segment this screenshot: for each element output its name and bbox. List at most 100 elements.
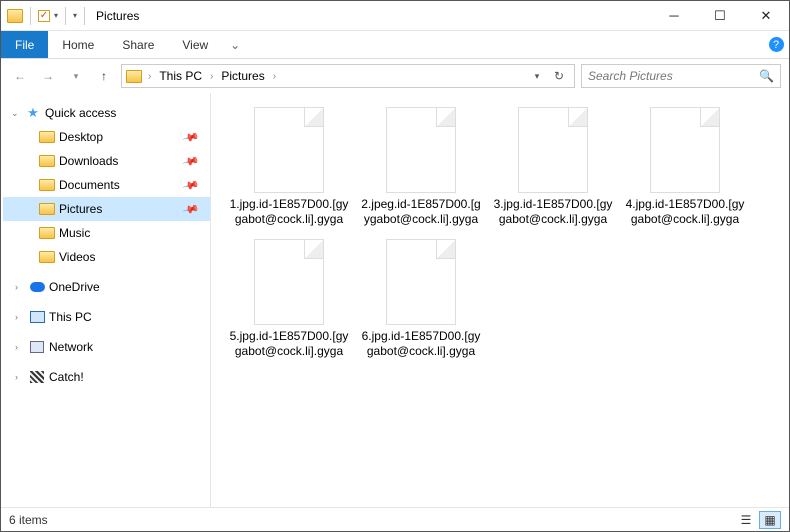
address-folder-icon	[126, 70, 142, 83]
file-icon	[386, 239, 456, 325]
chevron-right-icon[interactable]: ›	[15, 312, 25, 322]
refresh-icon[interactable]: ↻	[548, 65, 570, 87]
breadcrumb-thispc[interactable]: This PC	[155, 69, 206, 83]
file-item[interactable]: 4.jpg.id-1E857D00.[gygabot@cock.li].gyga	[623, 107, 747, 227]
sidebar-item-label: Catch!	[49, 370, 84, 384]
sidebar-item-label: Documents	[59, 178, 120, 192]
file-name: 3.jpg.id-1E857D00.[gygabot@cock.li].gyga	[491, 197, 615, 227]
maximize-button[interactable]: ☐	[697, 1, 743, 31]
sidebar-item-documents[interactable]: Documents 📌	[3, 173, 210, 197]
pin-icon: 📌	[182, 200, 200, 218]
sidebar-item-network[interactable]: › Network	[3, 335, 210, 359]
file-icon	[650, 107, 720, 193]
status-bar: 6 items ☰ ▦	[1, 507, 789, 531]
qat-divider	[30, 7, 31, 25]
details-view-button[interactable]: ☰	[735, 511, 757, 529]
root-icon	[29, 370, 45, 384]
file-name: 2.jpeg.id-1E857D00.[gygabot@cock.li].gyg…	[359, 197, 483, 227]
title-bar: ✓ ▾ ▾ Pictures ─ ☐ ✕	[1, 1, 789, 31]
chevron-right-icon[interactable]: ›	[146, 71, 153, 82]
sidebar-item-label: Desktop	[59, 130, 103, 144]
sidebar-item-label: Videos	[59, 250, 95, 264]
file-item[interactable]: 2.jpeg.id-1E857D00.[gygabot@cock.li].gyg…	[359, 107, 483, 227]
sidebar-item-thispc[interactable]: › This PC	[3, 305, 210, 329]
minimize-button[interactable]: ─	[651, 1, 697, 31]
file-icon	[254, 107, 324, 193]
file-name: 4.jpg.id-1E857D00.[gygabot@cock.li].gyga	[623, 197, 747, 227]
tab-view[interactable]: View	[168, 31, 222, 58]
address-bar[interactable]: › This PC › Pictures › ▾ ↻	[121, 64, 575, 88]
file-icon	[254, 239, 324, 325]
pin-icon: 📌	[182, 176, 200, 194]
file-name: 5.jpg.id-1E857D00.[gygabot@cock.li].gyga	[227, 329, 351, 359]
status-count: 6 items	[9, 513, 48, 527]
properties-qat-icon[interactable]: ✓	[38, 10, 50, 22]
ribbon-expand-icon[interactable]: ⌄	[222, 31, 248, 58]
view-switcher: ☰ ▦	[735, 511, 781, 529]
sidebar-item-catch[interactable]: › Catch!	[3, 365, 210, 389]
folder-icon	[7, 9, 23, 23]
folder-icon	[39, 130, 55, 144]
large-icons-view-button[interactable]: ▦	[759, 511, 781, 529]
qat: ✓ ▾ ▾	[1, 7, 88, 25]
items-view[interactable]: 1.jpg.id-1E857D00.[gygabot@cock.li].gyga…	[211, 93, 789, 507]
file-icon	[386, 107, 456, 193]
sidebar-item-videos[interactable]: Videos	[3, 245, 210, 269]
chevron-right-icon[interactable]: ›	[15, 372, 25, 382]
sidebar-item-desktop[interactable]: Desktop 📌	[3, 125, 210, 149]
breadcrumb-pictures[interactable]: Pictures	[217, 69, 268, 83]
explorer-window: ✓ ▾ ▾ Pictures ─ ☐ ✕ File Home Share Vie…	[0, 0, 790, 532]
sidebar-item-label: Downloads	[59, 154, 118, 168]
file-icon	[518, 107, 588, 193]
sidebar-item-label: This PC	[49, 310, 92, 324]
tab-share[interactable]: Share	[108, 31, 168, 58]
qat-dropdown-icon[interactable]: ▾	[54, 11, 58, 20]
file-item[interactable]: 1.jpg.id-1E857D00.[gygabot@cock.li].gyga	[227, 107, 351, 227]
folder-icon	[39, 202, 55, 216]
catch-icon	[30, 371, 44, 383]
chevron-right-icon[interactable]: ›	[271, 71, 278, 82]
sidebar-item-pictures[interactable]: Pictures 📌	[3, 197, 210, 221]
ribbon: File Home Share View ⌄ ?	[1, 31, 789, 59]
chevron-right-icon[interactable]: ›	[15, 342, 25, 352]
chevron-down-icon[interactable]: ⌄	[11, 108, 21, 119]
pin-icon: 📌	[182, 152, 200, 170]
tab-home[interactable]: Home	[48, 31, 108, 58]
content-area: ⌄ ★ Quick access Desktop📌Downloads📌Docum…	[1, 93, 789, 507]
chevron-right-icon[interactable]: ›	[15, 282, 25, 292]
large-icons-view-icon: ▦	[764, 513, 775, 527]
forward-button[interactable]: →	[37, 65, 59, 87]
pin-icon: 📌	[182, 128, 200, 146]
sidebar-item-music[interactable]: Music	[3, 221, 210, 245]
navigation-pane[interactable]: ⌄ ★ Quick access Desktop📌Downloads📌Docum…	[1, 93, 211, 507]
sidebar-item-label: Network	[49, 340, 93, 354]
up-button[interactable]: ↑	[93, 65, 115, 87]
file-tab[interactable]: File	[1, 31, 48, 58]
root-icon	[29, 340, 45, 354]
folder-icon	[39, 178, 55, 192]
help-icon: ?	[769, 37, 784, 52]
close-button[interactable]: ✕	[743, 1, 789, 31]
chevron-right-icon[interactable]: ›	[208, 71, 215, 82]
sidebar-item-label: Music	[59, 226, 90, 240]
sidebar-item-onedrive[interactable]: ›OneDrive	[3, 275, 210, 299]
sidebar-quick-access[interactable]: ⌄ ★ Quick access	[3, 101, 210, 125]
root-icon	[29, 280, 45, 294]
back-button[interactable]: ←	[9, 65, 31, 87]
recent-locations-icon[interactable]: ▾	[65, 65, 87, 87]
file-item[interactable]: 6.jpg.id-1E857D00.[gygabot@cock.li].gyga	[359, 239, 483, 359]
file-name: 6.jpg.id-1E857D00.[gygabot@cock.li].gyga	[359, 329, 483, 359]
network-icon	[30, 341, 44, 353]
folder-icon	[39, 250, 55, 264]
file-item[interactable]: 5.jpg.id-1E857D00.[gygabot@cock.li].gyga	[227, 239, 351, 359]
search-input[interactable]: Search Pictures 🔍	[581, 64, 781, 88]
root-icon	[29, 310, 45, 324]
sidebar-item-label: Pictures	[59, 202, 102, 216]
help-button[interactable]: ?	[763, 31, 789, 58]
qat-customize-icon[interactable]: ▾	[73, 11, 77, 20]
navigation-bar: ← → ▾ ↑ › This PC › Pictures › ▾ ↻ Searc…	[1, 59, 789, 93]
sidebar-item-downloads[interactable]: Downloads 📌	[3, 149, 210, 173]
address-dropdown-icon[interactable]: ▾	[526, 65, 548, 87]
file-item[interactable]: 3.jpg.id-1E857D00.[gygabot@cock.li].gyga	[491, 107, 615, 227]
folder-icon	[39, 154, 55, 168]
